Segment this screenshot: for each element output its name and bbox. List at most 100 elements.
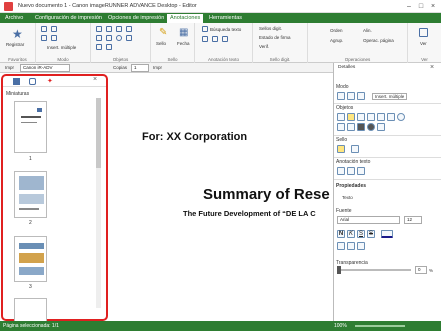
polygon-icon[interactable] <box>126 35 132 41</box>
fecha-button[interactable]: Fecha <box>177 41 190 46</box>
agrup-button[interactable]: Agrup. <box>330 38 343 43</box>
ribbon: ★ Registrar Favoritos Insert. múltiple M… <box>0 23 441 63</box>
thumbnail-page-2[interactable] <box>14 171 47 218</box>
hand-icon[interactable] <box>347 92 355 100</box>
thumbnail-page-3[interactable] <box>14 236 47 282</box>
transparency-value[interactable]: 0 <box>415 266 427 274</box>
group-ver: Ver Ver <box>408 23 441 63</box>
sellos-digit-button[interactable]: Sellos digit. <box>259 26 282 31</box>
minimize-button[interactable]: – <box>404 2 414 11</box>
scrollbar-thumb[interactable] <box>96 98 101 168</box>
underline-format-icon[interactable]: S <box>357 230 365 238</box>
group-modo: Insert. múltiple Modo <box>36 23 91 63</box>
fill-rect-icon[interactable] <box>357 123 365 131</box>
estado-firma-button[interactable]: Estado de firma <box>259 35 291 40</box>
tab-detalles[interactable]: Detalles <box>336 64 357 72</box>
rect-icon[interactable] <box>387 113 395 121</box>
strike-format-icon[interactable]: S <box>367 230 375 238</box>
align-right-icon[interactable] <box>357 242 365 250</box>
strikeout-icon[interactable] <box>222 36 228 42</box>
sello-button[interactable]: Sello <box>156 41 166 46</box>
status-bar: Página seleccionada: 1/1 100% <box>0 321 441 331</box>
thumbnail-page-4[interactable] <box>14 298 47 322</box>
operac-pagina-button[interactable]: Operac. página <box>363 38 394 43</box>
orden-button[interactable]: Orden <box>330 28 343 33</box>
busqueda-texto-button[interactable]: Búsqueda texto <box>210 27 241 32</box>
thumbnails-icon[interactable] <box>13 78 20 85</box>
verif-button[interactable]: Verif. <box>259 44 269 49</box>
ellipse-icon[interactable] <box>116 35 122 41</box>
select-icon[interactable] <box>337 92 345 100</box>
hand-icon[interactable] <box>51 26 57 32</box>
fill-ellipse-icon[interactable] <box>367 123 375 131</box>
doc-subtitle: The Future Development of “DE LA C <box>183 209 316 218</box>
alin-button[interactable]: Alin. <box>363 28 372 33</box>
text-icon[interactable] <box>347 113 355 121</box>
ribbon-tab-bar: Archivo Configuración de impresión Opcio… <box>0 13 441 23</box>
highlight-icon[interactable] <box>202 36 208 42</box>
close-button[interactable]: × <box>428 2 438 11</box>
thumb-chart <box>19 253 44 263</box>
search-text-icon[interactable] <box>202 26 208 32</box>
zoom-icon[interactable] <box>41 35 47 41</box>
fill-ellipse-icon[interactable] <box>106 44 112 50</box>
insert-multiple-button[interactable]: Insert. múltiple <box>47 45 76 50</box>
tab-herramientas[interactable]: Herramientas <box>206 13 245 23</box>
thumb-chart <box>19 267 44 275</box>
polygon-icon[interactable] <box>337 123 345 131</box>
arrow-icon[interactable] <box>347 123 355 131</box>
panel-close-icon[interactable]: × <box>93 76 97 83</box>
font-color-icon[interactable] <box>381 230 393 238</box>
zoom-icon[interactable] <box>357 92 365 100</box>
tab-anotaciones[interactable]: Anotaciones <box>167 14 204 23</box>
font-select[interactable]: Arial <box>337 216 400 224</box>
panel-close-icon[interactable]: × <box>430 64 434 71</box>
tab-archivo[interactable]: Archivo <box>2 13 26 23</box>
text-icon[interactable] <box>106 26 112 32</box>
align-center-icon[interactable] <box>347 242 355 250</box>
align-left-icon[interactable] <box>337 242 345 250</box>
insert-multiple-toggle[interactable]: Insert. múltiple <box>372 93 408 100</box>
note-icon[interactable] <box>116 26 122 32</box>
fill-rect-icon[interactable] <box>96 44 102 50</box>
impr-button[interactable]: Impr <box>153 65 162 70</box>
tab-configuracion-impresion[interactable]: Configuración de impresión <box>32 13 105 23</box>
note-icon[interactable] <box>357 113 365 121</box>
bookmark-icon[interactable]: ✦ <box>47 77 53 85</box>
transparency-slider[interactable] <box>339 269 411 271</box>
italic-icon[interactable]: K <box>347 230 355 238</box>
shape-icon[interactable] <box>377 123 385 131</box>
select-icon[interactable] <box>41 26 47 32</box>
maximize-button[interactable]: □ <box>416 2 426 11</box>
printer-select[interactable]: Canon iR-ADV <box>20 64 70 72</box>
font-size-select[interactable]: 12 <box>404 216 422 224</box>
thumbnail-page-1[interactable] <box>14 101 47 153</box>
image-icon[interactable] <box>126 26 132 32</box>
date-stamp-icon[interactable] <box>351 145 359 153</box>
highlight-icon[interactable] <box>337 167 345 175</box>
line-icon[interactable] <box>377 113 385 121</box>
image-icon[interactable] <box>367 113 375 121</box>
ellipse-icon[interactable] <box>397 113 405 121</box>
underline-icon[interactable] <box>212 36 218 42</box>
line-icon[interactable] <box>96 35 102 41</box>
bold-icon[interactable]: N <box>337 230 345 238</box>
comments-icon[interactable] <box>29 78 36 85</box>
zoom-out-icon[interactable] <box>51 35 57 41</box>
thumbnails-scrollbar[interactable] <box>96 98 101 308</box>
group-label: Objetos <box>112 57 129 62</box>
pen-icon[interactable] <box>96 26 102 32</box>
copias-input[interactable]: 1 <box>131 64 149 72</box>
group-label: Sello digit. <box>269 57 291 62</box>
strikeout-icon[interactable] <box>357 167 365 175</box>
ver-button[interactable]: Ver <box>420 41 427 46</box>
slider-thumb[interactable] <box>337 266 341 274</box>
tab-opciones-impresion[interactable]: Opciones de impresión <box>105 13 167 23</box>
view-icon[interactable] <box>419 28 428 37</box>
zoom-slider[interactable] <box>355 325 405 327</box>
underline-icon[interactable] <box>347 167 355 175</box>
stamp-icon[interactable] <box>337 145 345 153</box>
rect-icon[interactable] <box>106 35 112 41</box>
registrar-button[interactable]: Registrar <box>6 42 24 47</box>
pen-icon[interactable] <box>337 113 345 121</box>
